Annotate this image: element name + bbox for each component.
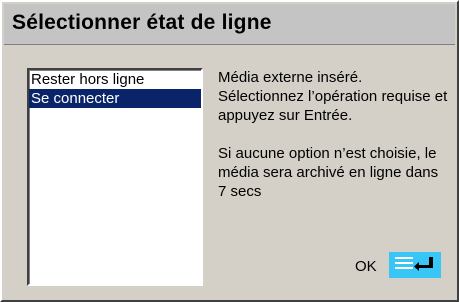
list-item-stay-offline[interactable]: Rester hors ligne — [29, 70, 201, 89]
dialog-title: Sélectionner état de ligne — [12, 11, 272, 34]
ok-label: OK — [355, 258, 377, 275]
timeout-text: Si aucune option n’est choisie, le média… — [218, 145, 439, 200]
instruction-message: Média externe inséré. Sélectionnez l’opé… — [218, 68, 448, 201]
list-item-connect[interactable]: Se connecter — [29, 89, 201, 108]
enter-key-icon[interactable] — [389, 252, 441, 278]
line-state-listbox[interactable]: Rester hors ligne Se connecter — [27, 68, 203, 286]
media-inserted-text: Média externe inséré. Sélectionnez l’opé… — [218, 69, 448, 124]
title-bar: Sélectionner état de ligne — [4, 4, 455, 45]
